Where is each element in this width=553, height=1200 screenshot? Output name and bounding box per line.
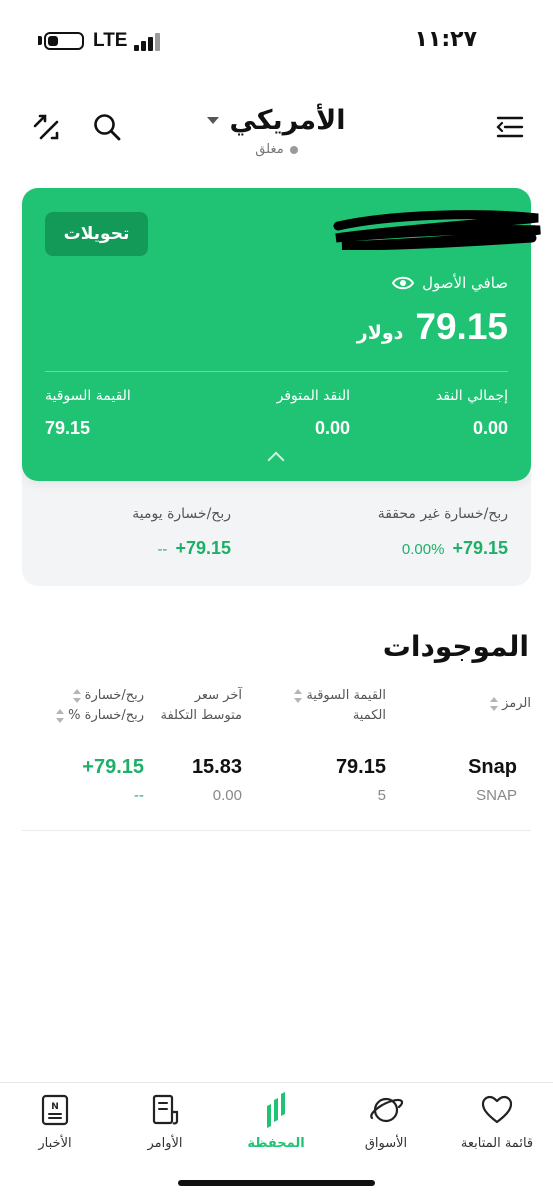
column-last-price[interactable]: آخر سعر متوسط التكلفة xyxy=(161,686,243,726)
holdings-title: الموجودات xyxy=(382,630,529,663)
holding-pl-pct: -- xyxy=(134,787,144,804)
available-cash-value: 0.00 xyxy=(314,418,350,438)
total-cash: إجمالي النقد 0.00 xyxy=(436,388,508,439)
column-avg-cost-label: متوسط التكلفة xyxy=(160,708,243,723)
daily-pl-value: +79.15 xyxy=(175,538,231,558)
nav-news[interactable]: N الأخبار xyxy=(0,1093,110,1151)
holding-avg-cost: 0.00 xyxy=(212,787,242,804)
status-time: ١١:٢٧ xyxy=(414,27,477,52)
nav-watchlist[interactable]: قائمة المتابعة xyxy=(442,1093,552,1151)
unrealized-pl-pct: 0.00% xyxy=(401,541,445,558)
portfolio-icon xyxy=(259,1092,293,1128)
heart-icon xyxy=(480,1093,514,1127)
net-assets-value-row: 79.15 دولار xyxy=(357,306,508,348)
net-assets-row: صافي الأصول xyxy=(392,274,508,292)
daily-pl-pct: -- xyxy=(157,541,168,558)
battery-icon xyxy=(44,32,84,50)
sort-icon xyxy=(294,688,303,703)
column-quantity-label: الكمية xyxy=(352,708,386,723)
column-pl[interactable]: ربح/خسارة ربح/خسارة % xyxy=(52,686,144,726)
column-symbol-label: الرمز xyxy=(502,696,531,711)
card-divider xyxy=(45,371,508,372)
net-assets-value: 79.15 xyxy=(415,306,508,347)
column-pl-label: ربح/خسارة xyxy=(84,688,144,703)
eye-icon[interactable] xyxy=(392,275,415,291)
market-status-text: مغلق xyxy=(255,142,284,157)
market-value: القيمة السوقية 79.15 xyxy=(45,388,131,439)
daily-pl-label: ربح/خسارة يومية xyxy=(132,506,231,522)
net-assets-label: صافي الأصول xyxy=(422,274,508,292)
nav-portfolio[interactable]: المحفظة xyxy=(221,1092,331,1151)
nav-watchlist-label: قائمة المتابعة xyxy=(460,1136,534,1151)
holding-last-price: 15.83 xyxy=(191,756,242,778)
home-indicator[interactable] xyxy=(178,1180,375,1186)
total-cash-label: إجمالي النقد xyxy=(435,388,508,404)
available-cash: النقد المتوفر 0.00 xyxy=(277,388,350,439)
daily-pl: ربح/خسارة يومية +79.15 -- xyxy=(132,506,231,559)
unrealized-pl-label: ربح/خسارة غير محققة xyxy=(377,506,508,522)
battery-cap xyxy=(38,36,42,45)
holding-symbol: SNAP xyxy=(476,787,517,804)
available-cash-label: النقد المتوفر xyxy=(276,388,350,404)
holding-market-value: 79.15 xyxy=(335,756,386,778)
column-symbol[interactable]: الرمز xyxy=(486,694,531,714)
nav-orders[interactable]: الأوامر xyxy=(110,1093,220,1151)
orders-icon xyxy=(148,1093,182,1127)
unrealized-pl: ربح/خسارة غير محققة +79.15 0.00% xyxy=(378,506,508,559)
unrealized-pl-value: +79.15 xyxy=(452,538,508,558)
status-dot-icon xyxy=(289,145,298,154)
nav-markets-label: الأسواق xyxy=(364,1136,408,1151)
nav-markets[interactable]: الأسواق xyxy=(331,1093,441,1151)
sort-icon xyxy=(72,688,81,703)
page-title: الأمريكي xyxy=(229,105,346,136)
sort-icon xyxy=(489,696,498,711)
chevron-down-icon xyxy=(207,117,220,124)
holding-quantity: 5 xyxy=(377,787,386,804)
sort-icon xyxy=(56,708,65,723)
redaction-scribble xyxy=(333,210,541,250)
total-cash-value: 0.00 xyxy=(472,418,508,438)
menu-icon[interactable] xyxy=(494,111,526,143)
row-divider xyxy=(22,830,531,831)
market-value-value: 79.15 xyxy=(45,418,91,438)
planet-icon xyxy=(369,1093,403,1127)
market-value-label: القيمة السوقية xyxy=(45,388,131,404)
market-selector[interactable]: الأمريكي مغلق xyxy=(0,105,553,157)
header: الأمريكي مغلق xyxy=(0,95,553,175)
currency-label: دولار xyxy=(356,322,404,344)
transfers-button[interactable]: تحويلات xyxy=(45,212,148,256)
account-card: تحويلات صافي الأصول 79.15 دولار إجمالي ا… xyxy=(22,188,541,481)
signal-icon xyxy=(134,33,162,51)
column-market-value[interactable]: القيمة السوقية الكمية xyxy=(290,686,386,726)
holding-pl: +79.15 xyxy=(82,756,144,778)
collapse-chevron-icon[interactable] xyxy=(267,451,285,469)
svg-text:N: N xyxy=(51,1102,59,1112)
holding-name: Snap xyxy=(468,756,517,778)
nav-orders-label: الأوامر xyxy=(147,1136,183,1151)
column-pl-pct-label: ربح/خسارة % xyxy=(68,708,144,723)
network-label: LTE xyxy=(93,30,128,51)
column-market-value-label: القيمة السوقية xyxy=(306,688,386,703)
nav-news-label: الأخبار xyxy=(38,1136,72,1151)
nav-portfolio-label: المحفظة xyxy=(247,1136,305,1151)
account-summary: تحويلات صافي الأصول 79.15 دولار إجمالي ا… xyxy=(22,188,541,586)
news-icon: N xyxy=(38,1093,72,1127)
column-last-price-label: آخر سعر xyxy=(194,688,242,703)
status-bar: LTE ١١:٢٧ xyxy=(0,0,553,80)
